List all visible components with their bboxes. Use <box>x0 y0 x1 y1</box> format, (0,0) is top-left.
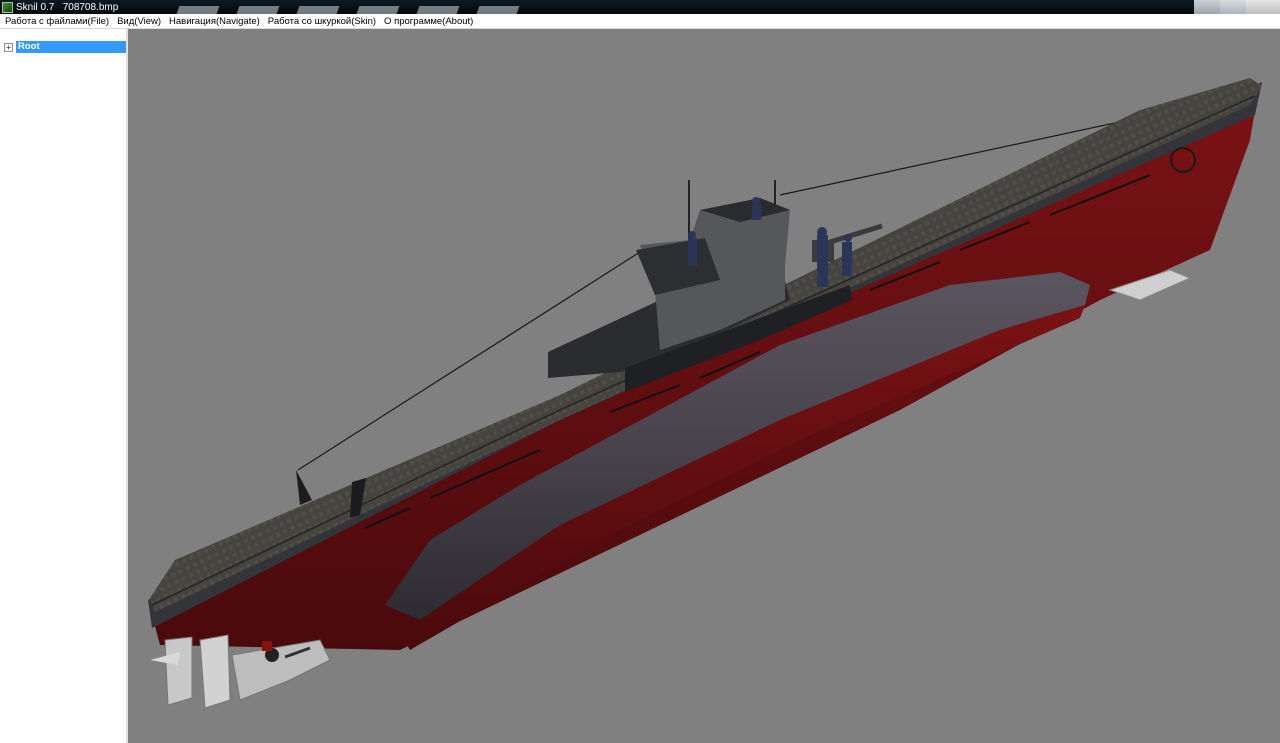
maximize-button[interactable] <box>1220 0 1246 14</box>
plus-icon[interactable]: + <box>4 42 13 52</box>
tree-node-root[interactable]: + Root <box>4 41 126 53</box>
minimize-button[interactable] <box>1194 0 1220 14</box>
menu-about[interactable]: О программе(About) <box>380 14 477 29</box>
aft-jumpwire-post <box>296 470 312 505</box>
title-bar-background <box>118 0 1280 14</box>
menu-skin[interactable]: Работа со шкуркой(Skin) <box>264 14 380 29</box>
menu-navigate[interactable]: Навигация(Navigate) <box>165 14 264 29</box>
window-title: Sknil 0.7 708708.bmp <box>16 1 119 13</box>
close-button[interactable] <box>1246 0 1280 14</box>
3d-viewport[interactable] <box>130 29 1280 743</box>
window-controls <box>1194 0 1280 14</box>
hull-lower-red <box>148 110 1255 650</box>
menu-bar: Работа с файлами(File) Вид(View) Навигац… <box>0 14 1280 29</box>
tree-panel[interactable]: + Root <box>0 29 128 743</box>
menu-file[interactable]: Работа с файлами(File) <box>1 14 113 29</box>
submarine-model <box>148 78 1262 709</box>
tree-node-label[interactable]: Root <box>16 41 126 53</box>
deck-gun-barrel <box>829 223 883 245</box>
title-bar: Sknil 0.7 708708.bmp <box>0 0 1280 14</box>
app-icon <box>2 1 13 13</box>
menu-view[interactable]: Вид(View) <box>113 14 165 29</box>
